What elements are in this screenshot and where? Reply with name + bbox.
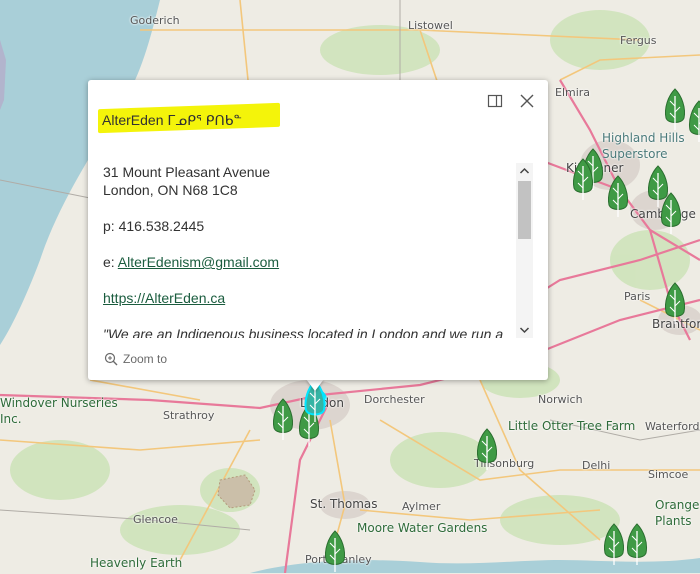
tree-marker-icon[interactable] [662, 88, 688, 132]
place-label: Strathroy [163, 409, 215, 422]
place-label: St. Thomas [310, 497, 378, 511]
place-label: Orange [655, 498, 700, 512]
place-label: Inc. [0, 412, 22, 426]
place-label: Listowel [408, 19, 453, 32]
tree-marker-icon[interactable] [270, 398, 296, 442]
place-label: Paris [624, 290, 651, 303]
zoom-to-label: Zoom to [123, 352, 168, 366]
place-label: Moore Water Gardens [357, 521, 488, 535]
tree-marker-icon[interactable] [624, 523, 650, 567]
place-label: Goderich [130, 14, 180, 27]
close-button[interactable] [518, 92, 536, 110]
place-label: Superstore [602, 147, 668, 161]
website-link[interactable]: https://AlterEden.ca [103, 290, 225, 306]
place-label: Aylmer [402, 500, 441, 513]
scroll-up-button[interactable] [516, 163, 533, 179]
popup-content[interactable]: 31 Mount Pleasant Avenue London, ON N68 … [103, 163, 513, 338]
place-label: Plants [655, 514, 692, 528]
place-label: Elmira [555, 86, 591, 99]
close-icon [520, 94, 534, 108]
tree-marker-icon[interactable] [662, 282, 688, 326]
email-link[interactable]: AlterEdenism@gmail.com [118, 254, 279, 270]
place-label: Glencoe [133, 513, 178, 526]
chevron-up-icon [519, 167, 530, 174]
place-label: Windover Nurseries [0, 396, 118, 410]
tree-marker-icon[interactable] [570, 158, 596, 202]
dock-icon [487, 94, 503, 108]
tree-marker-icon[interactable] [658, 192, 684, 236]
place-label: Dorchester [364, 393, 425, 406]
tree-marker-icon[interactable] [322, 530, 348, 574]
feature-popup: AlterEden ᒥᓄᑭᕐ ᑭᑎᑲᓐ 31 Mount Pleasant Av… [88, 80, 548, 380]
dock-button[interactable] [486, 92, 504, 110]
tree-marker-icon[interactable] [474, 428, 500, 472]
scroll-down-button[interactable] [516, 322, 533, 338]
phone-text: p: 416.538.2445 [103, 218, 205, 234]
tree-marker-icon[interactable] [605, 175, 631, 219]
place-label: Waterford [645, 420, 700, 433]
description-text: "We are an Indigenous business located i… [103, 326, 504, 338]
zoom-to-button[interactable]: Zoom to [104, 352, 167, 366]
scroll-thumb[interactable] [518, 181, 531, 239]
place-label: Norwich [538, 393, 583, 406]
tree-marker-icon[interactable] [686, 100, 700, 144]
address-line-2: London, ON N68 1C8 [103, 182, 238, 198]
email-prefix: e: [103, 254, 118, 270]
place-label: Simcoe [648, 468, 689, 481]
chevron-down-icon [519, 327, 530, 334]
place-label: Fergus [620, 34, 657, 47]
place-label: Heavenly Earth [90, 556, 183, 570]
address-line-1: 31 Mount Pleasant Avenue [103, 164, 271, 180]
place-label: Little Otter Tree Farm [508, 419, 636, 433]
place-label: Delhi [582, 459, 611, 472]
popup-title: AlterEden ᒥᓄᑭᕐ ᑭᑎᑲᓐ [102, 112, 242, 128]
popup-scrollbar[interactable] [516, 163, 533, 338]
popup-pointer [306, 379, 324, 391]
place-label: Highland Hills [602, 131, 685, 145]
zoom-in-icon [104, 352, 118, 366]
